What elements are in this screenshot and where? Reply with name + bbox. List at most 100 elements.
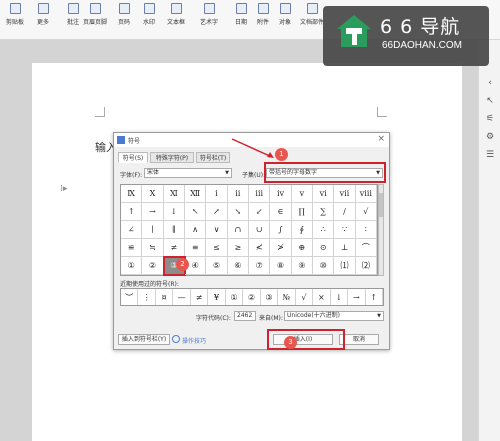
symbol-cell[interactable]: ≥ xyxy=(227,239,249,257)
symbol-cell[interactable]: ⑧ xyxy=(270,257,292,275)
symbol-cell[interactable]: ⌒ xyxy=(355,239,377,257)
symbol-cell[interactable]: ∏ xyxy=(291,203,313,221)
symbol-cell[interactable]: ∩ xyxy=(227,221,249,239)
recent-symbol-cell[interactable]: ③ xyxy=(261,289,279,305)
symbol-cell[interactable]: ⊥ xyxy=(334,239,356,257)
symbol-cell[interactable]: ∠ xyxy=(121,221,143,239)
symbol-cell[interactable]: ∵ xyxy=(334,221,356,239)
grid-scrollbar[interactable] xyxy=(378,184,384,276)
tab-symbols[interactable]: 符号(S) xyxy=(118,152,148,163)
symbol-cell[interactable]: ⑵ xyxy=(355,257,377,275)
symbol-cell[interactable]: ⑴ xyxy=(334,257,356,275)
scrollbar-thumb[interactable] xyxy=(379,193,383,217)
symbol-cell[interactable]: ⅰ xyxy=(206,185,228,203)
recent-symbol-cell[interactable]: → xyxy=(348,289,366,305)
symbol-cell[interactable]: → xyxy=(142,203,164,221)
recent-symbol-cell[interactable]: ① xyxy=(226,289,244,305)
symbol-cell[interactable]: ≯ xyxy=(270,239,292,257)
symbol-cell[interactable]: ⊕ xyxy=(291,239,313,257)
symbol-cell[interactable]: ⑨ xyxy=(291,257,313,275)
symbol-cell[interactable]: ⊙ xyxy=(313,239,335,257)
symbol-cell[interactable]: ↓ xyxy=(163,203,185,221)
symbol-cell[interactable]: Ⅺ xyxy=(163,185,185,203)
tab-symbol-bar[interactable]: 符号栏(T) xyxy=(196,152,230,163)
pane-adjust-icon[interactable]: ⚟ xyxy=(485,114,495,124)
recent-symbol-cell[interactable]: × xyxy=(313,289,331,305)
symbol-cell[interactable]: ∥ xyxy=(163,221,185,239)
symbol-cell[interactable]: ≌ xyxy=(121,239,143,257)
symbol-cell[interactable]: ≮ xyxy=(249,239,271,257)
symbol-cell[interactable]: ⅴ xyxy=(291,185,313,203)
recent-symbol-cell[interactable]: ≠ xyxy=(191,289,209,305)
symbol-cell[interactable]: ⅲ xyxy=(249,185,271,203)
symbol-cell[interactable]: ∨ xyxy=(206,221,228,239)
symbol-cell[interactable]: ≤ xyxy=(206,239,228,257)
symbol-cell[interactable]: ∕ xyxy=(334,203,356,221)
pane-settings-icon[interactable]: ⚙ xyxy=(485,132,495,142)
symbol-cell[interactable]: ↗ xyxy=(206,203,228,221)
symbol-cell[interactable]: Ⅻ xyxy=(185,185,207,203)
recent-symbol-cell[interactable]: — xyxy=(173,289,191,305)
symbol-cell[interactable]: ② xyxy=(142,257,164,275)
cancel-button[interactable]: 取消 xyxy=(339,334,379,345)
symbol-cell[interactable]: ↖ xyxy=(185,203,207,221)
recent-symbol-cell[interactable]: ⋮ xyxy=(138,289,156,305)
symbol-cell[interactable]: ⅱ xyxy=(227,185,249,203)
symbol-cell[interactable]: ↙ xyxy=(249,203,271,221)
symbol-cell[interactable]: ∑ xyxy=(313,203,335,221)
symbol-cell[interactable]: ↘ xyxy=(227,203,249,221)
symbol-cell[interactable]: ⅳ xyxy=(270,185,292,203)
ribbon-button[interactable]: 艺术字 xyxy=(196,3,222,26)
symbol-cell[interactable]: ∈ xyxy=(270,203,292,221)
font-select[interactable]: 宋体 ▼ xyxy=(144,168,232,178)
paragraph-handle-icon[interactable]: ⁞▸ xyxy=(60,184,67,194)
symbol-cell[interactable]: ⅷ xyxy=(355,185,377,203)
close-icon[interactable]: × xyxy=(377,134,385,144)
ribbon-button[interactable]: 页码 xyxy=(111,3,137,26)
ribbon-button[interactable]: 水印 xyxy=(136,3,162,26)
symbol-cell[interactable]: ≒ xyxy=(142,239,164,257)
symbol-cell[interactable]: ∮ xyxy=(291,221,313,239)
tips-link[interactable]: 操作技巧 xyxy=(182,336,206,345)
symbol-cell[interactable]: ⅶ xyxy=(334,185,356,203)
symbol-cell[interactable]: √ xyxy=(355,203,377,221)
recent-symbol-cell[interactable]: ↓ xyxy=(331,289,349,305)
symbol-cell[interactable]: Ⅸ xyxy=(121,185,143,203)
tab-special-chars[interactable]: 特殊字符(P) xyxy=(150,152,194,163)
symbol-cell[interactable]: ⑦ xyxy=(249,257,271,275)
ribbon-button[interactable]: 文档部件 xyxy=(299,3,325,26)
pane-cursor-icon[interactable]: ↖ xyxy=(485,96,495,106)
symbol-cell[interactable]: ∪ xyxy=(249,221,271,239)
recent-symbol-cell[interactable]: ¤ xyxy=(156,289,174,305)
recent-symbol-cell[interactable]: ② xyxy=(243,289,261,305)
symbol-cell[interactable]: ∴ xyxy=(313,221,335,239)
symbol-cell[interactable]: ∣ xyxy=(142,221,164,239)
ribbon-button[interactable]: 页眉页脚 xyxy=(82,3,108,26)
from-select[interactable]: Unicode(十六进制) ▼ xyxy=(284,311,384,321)
symbol-cell[interactable]: ∫ xyxy=(270,221,292,239)
char-code-input[interactable]: 2462 xyxy=(234,311,256,321)
recent-symbol-cell[interactable]: ↑ xyxy=(366,289,383,305)
symbol-cell[interactable]: ∶ xyxy=(355,221,377,239)
recent-symbol-cell[interactable]: √ xyxy=(296,289,314,305)
symbol-cell[interactable]: ≠ xyxy=(163,239,185,257)
ribbon-button[interactable]: 文本框 xyxy=(163,3,189,26)
symbol-cell[interactable]: ∧ xyxy=(185,221,207,239)
symbol-cell[interactable]: Ⅹ xyxy=(142,185,164,203)
symbol-cell[interactable]: ⅵ xyxy=(313,185,335,203)
pane-expand-icon[interactable]: ‹ xyxy=(485,78,495,88)
symbol-cell[interactable]: ① xyxy=(121,257,143,275)
recent-symbol-cell[interactable]: ︶ xyxy=(121,289,139,305)
symbol-cell[interactable]: ⑤ xyxy=(206,257,228,275)
insert-to-bar-button[interactable]: 插入到符号栏(Y) xyxy=(118,334,170,345)
recent-symbol-cell[interactable]: ¥ xyxy=(208,289,226,305)
symbol-cell[interactable]: ⑩ xyxy=(313,257,335,275)
symbol-cell[interactable]: ≡ xyxy=(185,239,207,257)
ribbon-button[interactable]: 对象 xyxy=(272,3,298,26)
symbol-cell[interactable]: ↑ xyxy=(121,203,143,221)
ribbon-button[interactable]: 剪贴板 xyxy=(2,3,28,26)
recent-symbol-cell[interactable]: № xyxy=(278,289,296,305)
pane-list-icon[interactable]: ☰ xyxy=(485,150,495,160)
symbol-cell[interactable]: ⑥ xyxy=(227,257,249,275)
ribbon-button[interactable]: 更多 xyxy=(30,3,56,26)
